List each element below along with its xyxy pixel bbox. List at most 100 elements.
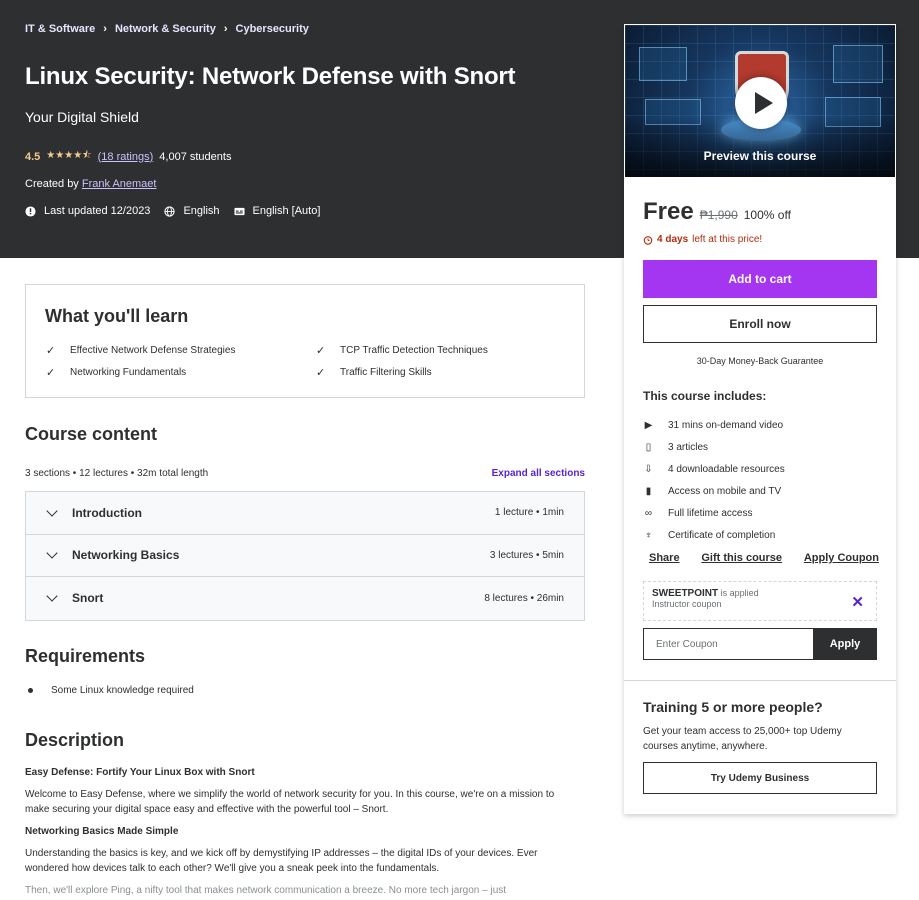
play-icon: [754, 92, 773, 114]
divider: [624, 680, 896, 681]
bullet-icon: [28, 688, 33, 693]
learn-item-text: Traffic Filtering Skills: [340, 367, 432, 378]
file-icon: ▯: [645, 441, 652, 453]
applied-coupon-line: SWEETPOINT is applied: [652, 588, 868, 599]
preview-label: Preview this course: [703, 149, 817, 163]
check-icon: ✓: [316, 345, 326, 357]
requirement-item: Some Linux knowledge required: [28, 685, 194, 696]
breadcrumb-cybersecurity[interactable]: Cybersecurity: [236, 23, 309, 35]
learn-item-text: Networking Fundamentals: [70, 367, 187, 378]
video-icon: ▶: [644, 419, 653, 431]
section-info: 8 lectures • 26min: [484, 592, 564, 604]
description-heading: Networking Basics Made Simple: [25, 826, 179, 837]
include-item: ▯ 3 articles: [643, 436, 877, 458]
apply-coupon-button[interactable]: Apply: [813, 628, 877, 660]
include-item: ▶ 31 mins on-demand video: [643, 414, 877, 436]
learn-item: ✓ Traffic Filtering Skills: [316, 366, 432, 379]
section-row-snort[interactable]: Snort 8 lectures • 26min: [26, 577, 584, 620]
description-paragraph: Welcome to Easy Defense, where we simpli…: [25, 789, 555, 815]
course-meta: Last updated 12/2023 English English [Au…: [25, 205, 334, 217]
add-to-cart-button[interactable]: Add to cart: [643, 260, 877, 298]
share-button[interactable]: Share: [649, 552, 680, 564]
deadline-text: left at this price!: [692, 234, 763, 245]
apply-coupon-link[interactable]: Apply Coupon: [804, 552, 879, 564]
learn-item: ✓ Networking Fundamentals: [46, 366, 186, 379]
business-text: Get your team access to 25,000+ top Udem…: [643, 726, 842, 752]
requirements-title: Requirements: [25, 646, 146, 666]
deadline-days: 4 days: [657, 234, 689, 245]
globe-icon: [164, 205, 176, 217]
sidebar-links: Share Gift this course Apply Coupon: [649, 552, 879, 564]
preview-panel-graphic: [639, 47, 687, 81]
alarm-clock-icon: [643, 235, 653, 245]
infinity-icon: ∞: [644, 507, 653, 519]
instructor-link[interactable]: Frank Anemaet: [82, 178, 157, 190]
include-text: Certificate of completion: [668, 529, 776, 541]
section-name: Networking Basics: [72, 548, 180, 563]
created-by: Created by Frank Anemaet: [25, 178, 156, 190]
closed-captions-icon: [233, 207, 245, 215]
include-item: ∞ Full lifetime access: [643, 502, 877, 524]
course-content-summary: 3 sections • 12 lectures • 32m total len…: [25, 468, 209, 479]
description-body: Easy Defense: Fortify Your Linux Box wit…: [25, 765, 575, 900]
gift-course-button[interactable]: Gift this course: [701, 552, 782, 564]
section-name: Snort: [72, 591, 104, 606]
include-item: ♆ Certificate of completion: [643, 524, 877, 546]
chevron-right-icon: ›: [223, 23, 228, 35]
include-text: Access on mobile and TV: [668, 485, 782, 497]
course-preview-video[interactable]: Preview this course: [624, 24, 896, 178]
money-back-guarantee: 30-Day Money-Back Guarantee: [696, 356, 824, 366]
include-text: Full lifetime access: [668, 507, 753, 519]
description-paragraph: Then, we'll explore Ping, a nifty tool t…: [25, 885, 507, 896]
play-button[interactable]: [735, 77, 787, 129]
current-price: Free: [643, 198, 694, 225]
include-item: ▮ Access on mobile and TV: [643, 480, 877, 502]
coupon-form: Apply: [643, 628, 877, 660]
ratings-link[interactable]: (18 ratings): [98, 151, 154, 163]
section-info: 3 lectures • 5min: [489, 549, 564, 561]
course-sections: Introduction 1 lecture • 1min Networking…: [25, 491, 585, 621]
download-icon: ⇩: [644, 463, 653, 475]
coupon-code: SWEETPOINT: [652, 588, 719, 599]
course-subtitle: Your Digital Shield: [25, 109, 139, 125]
discount-percent: 100% off: [743, 208, 791, 222]
chevron-down-icon: [46, 590, 58, 602]
breadcrumb-it-software[interactable]: IT & Software: [25, 23, 95, 35]
include-item: ⇩ 4 downloadable resources: [643, 458, 877, 480]
try-udemy-business-button[interactable]: Try Udemy Business: [643, 762, 877, 794]
include-text: 31 mins on-demand video: [668, 419, 784, 431]
alert-badge-icon: [25, 205, 36, 217]
business-title: Training 5 or more people?: [643, 699, 823, 715]
check-icon: ✓: [46, 345, 56, 357]
chevron-right-icon: ›: [103, 23, 107, 35]
includes-list: ▶ 31 mins on-demand video ▯ 3 articles ⇩ 4 …: [643, 414, 877, 546]
coupon-input[interactable]: [643, 628, 813, 660]
description-heading: Easy Defense: Fortify Your Linux Box wit…: [25, 767, 255, 778]
language: English: [164, 205, 220, 217]
language-text: English: [183, 205, 220, 217]
check-icon: ✓: [46, 367, 56, 379]
expand-all-sections-button[interactable]: Expand all sections: [492, 468, 585, 479]
enroll-now-button[interactable]: Enroll now: [643, 305, 877, 343]
learn-item-text: Effective Network Defense Strategies: [70, 345, 236, 356]
check-icon: ✓: [316, 367, 326, 379]
preview-panel-graphic: [833, 45, 883, 83]
breadcrumb-network-security[interactable]: Network & Security: [115, 23, 216, 35]
learn-item: ✓ TCP Traffic Detection Techniques: [316, 344, 488, 357]
section-row-introduction[interactable]: Introduction 1 lecture • 1min: [26, 492, 584, 535]
rating-value: 4.5: [25, 150, 41, 163]
section-info: 1 lecture • 1min: [494, 507, 564, 519]
description-paragraph: Understanding the basics is key, and we …: [25, 848, 538, 874]
purchase-sidebar: Preview this course Free ₱1,990 100% off…: [624, 24, 896, 814]
includes-title: This course includes:: [643, 389, 767, 403]
last-updated: Last updated 12/2023: [25, 205, 150, 217]
chevron-down-icon: [46, 505, 58, 517]
description-title: Description: [25, 730, 125, 750]
price-deadline: 4 days left at this price!: [643, 234, 877, 245]
section-row-networking-basics[interactable]: Networking Basics 3 lectures • 5min: [26, 534, 584, 577]
rating-row: 4.5 ★★★★⯪ (18 ratings) 4,007 students: [25, 148, 231, 165]
trophy-icon: ♆: [644, 529, 653, 541]
remove-coupon-close-icon[interactable]: ✕: [851, 593, 864, 611]
last-updated-text: Last updated 12/2023: [44, 205, 151, 217]
coupon-applied-text: is applied: [720, 588, 759, 598]
